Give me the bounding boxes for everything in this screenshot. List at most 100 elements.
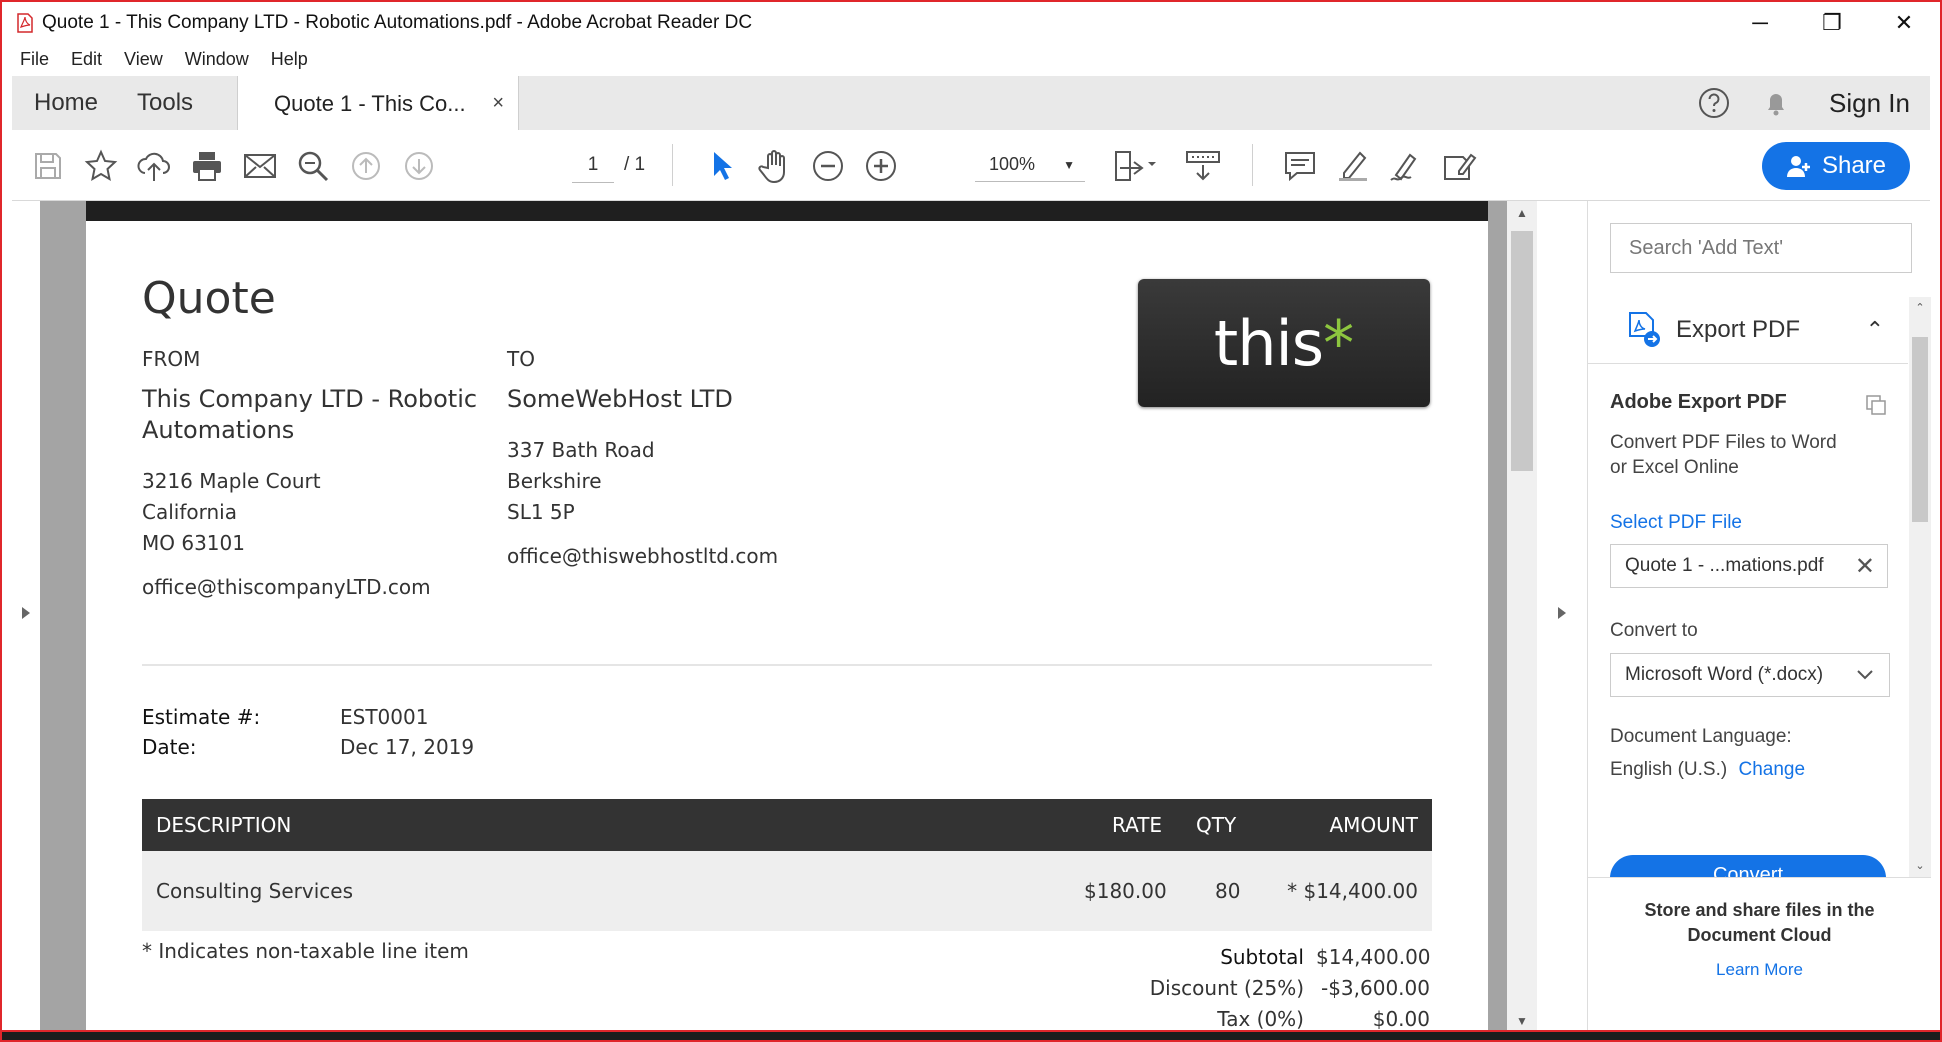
header-description: DESCRIPTION xyxy=(156,813,292,837)
document-viewport[interactable]: Quote FROM TO This Company LTD - Robotic… xyxy=(12,201,1537,1033)
print-icon[interactable] xyxy=(187,146,227,186)
page-fit-icon[interactable] xyxy=(1110,146,1160,186)
menu-bar: File Edit View Window Help xyxy=(2,44,1940,74)
selected-file-name: Quote 1 - ...mations.pdf xyxy=(1625,555,1824,576)
export-description-line2: or Excel Online xyxy=(1610,457,1739,478)
from-company-line2: Automations xyxy=(142,416,295,444)
export-pdf-header[interactable]: Export PDF ⌃ xyxy=(1588,297,1908,364)
scroll-mode-icon[interactable] xyxy=(1180,146,1226,186)
from-address2: California xyxy=(142,500,237,524)
help-icon[interactable] xyxy=(1697,86,1731,120)
save-icon[interactable] xyxy=(28,146,68,186)
scroll-down-arrow-icon[interactable]: ⌄ xyxy=(1909,855,1931,877)
left-panel-toggle[interactable] xyxy=(12,201,40,1033)
selected-file-field[interactable]: Quote 1 - ...mations.pdf ✕ xyxy=(1610,544,1888,588)
maximize-button[interactable]: ❐ xyxy=(1796,2,1868,44)
minimize-button[interactable]: ─ xyxy=(1724,2,1796,44)
previous-page-icon[interactable] xyxy=(346,146,386,186)
menu-help[interactable]: Help xyxy=(271,49,308,70)
search-zoom-icon[interactable] xyxy=(293,146,333,186)
pdf-page: Quote FROM TO This Company LTD - Robotic… xyxy=(86,221,1488,1033)
zoom-level-value: 100% xyxy=(989,154,1036,174)
page-number-input[interactable]: 1 xyxy=(572,148,614,183)
window-title: Quote 1 - This Company LTD - Robotic Aut… xyxy=(42,12,753,33)
window-controls: ─ ❐ ✕ xyxy=(1724,2,1940,44)
search-input[interactable]: Search 'Add Text' xyxy=(1610,223,1912,273)
to-company: SomeWebHost LTD xyxy=(507,385,733,413)
tabbar-right-group: Sign In xyxy=(1697,76,1910,130)
learn-more-link[interactable]: Learn More xyxy=(1588,960,1931,980)
page-total: / 1 xyxy=(624,154,646,175)
share-button[interactable]: Share xyxy=(1762,142,1910,190)
menu-window[interactable]: Window xyxy=(185,49,249,70)
draw-pen-icon[interactable] xyxy=(1386,146,1426,186)
document-language-row: English (U.S.) Change xyxy=(1610,759,1805,781)
notifications-bell-icon[interactable] xyxy=(1759,86,1793,120)
chevron-up-icon[interactable]: ⌃ xyxy=(1866,317,1884,343)
discount-label: Discount (25%) xyxy=(1149,976,1304,1000)
scrollbar-thumb[interactable] xyxy=(1912,337,1928,522)
tax-label: Tax (0%) xyxy=(1217,1007,1304,1031)
scroll-up-arrow-icon[interactable]: ⌃ xyxy=(1909,297,1931,319)
from-address3: MO 63101 xyxy=(142,531,245,555)
convert-format-select[interactable]: Microsoft Word (*.docx) xyxy=(1610,653,1890,697)
menu-file[interactable]: File xyxy=(20,49,49,70)
tax-value: $0.00 xyxy=(1372,1007,1430,1031)
tab-home[interactable]: Home xyxy=(34,76,98,130)
zoom-level-select[interactable]: 100% ▼ xyxy=(975,148,1085,182)
export-pdf-icon xyxy=(1629,312,1660,347)
select-cursor-icon[interactable] xyxy=(702,146,742,186)
menu-edit[interactable]: Edit xyxy=(71,49,102,70)
convert-to-label: Convert to xyxy=(1610,620,1698,641)
sign-in-link[interactable]: Sign In xyxy=(1829,88,1910,119)
fill-sign-icon[interactable] xyxy=(1439,146,1479,186)
subtotal-label: Subtotal xyxy=(1220,945,1304,969)
row-amount: * $14,400.00 xyxy=(1287,879,1418,903)
taskbar-edge xyxy=(2,1032,1940,1040)
bookmark-star-icon[interactable] xyxy=(81,146,121,186)
export-description-line1: Convert PDF Files to Word xyxy=(1610,432,1837,453)
menu-view[interactable]: View xyxy=(124,49,163,70)
chevron-right-icon[interactable] xyxy=(19,605,33,621)
from-label: FROM xyxy=(142,347,201,371)
clear-file-icon[interactable]: ✕ xyxy=(1855,552,1875,581)
header-rate: RATE xyxy=(1112,813,1163,837)
document-cloud-promo: Store and share files in the Document Cl… xyxy=(1588,877,1931,1034)
share-button-label: Share xyxy=(1821,152,1887,179)
scroll-up-arrow-icon[interactable]: ▲ xyxy=(1507,201,1537,225)
tab-document[interactable]: Quote 1 - This Co... × xyxy=(237,76,519,131)
comment-icon[interactable] xyxy=(1280,146,1320,186)
to-address2: Berkshire xyxy=(507,469,602,493)
zoom-in-icon[interactable] xyxy=(861,146,901,186)
to-email: office@thiswebhostltd.com xyxy=(507,544,779,568)
change-language-link[interactable]: Change xyxy=(1738,759,1805,780)
next-page-icon[interactable] xyxy=(399,146,439,186)
right-panel-toggle[interactable] xyxy=(1537,201,1587,1033)
header-amount: AMOUNT xyxy=(1329,813,1419,837)
panel-scrollbar[interactable]: ⌃ ⌄ xyxy=(1909,297,1931,877)
hand-tool-icon[interactable] xyxy=(755,146,795,186)
to-address3: SL1 5P xyxy=(507,500,575,524)
title-bar: Quote 1 - This Company LTD - Robotic Aut… xyxy=(2,2,1940,44)
email-icon[interactable] xyxy=(240,146,280,186)
row-description: Consulting Services xyxy=(156,879,353,903)
upload-cloud-icon[interactable] xyxy=(134,146,174,186)
toolbar-divider xyxy=(672,144,673,186)
non-taxable-note: * Indicates non-taxable line item xyxy=(142,939,469,963)
from-company-line1: This Company LTD - Robotic xyxy=(142,385,478,413)
document-language-label: Document Language: xyxy=(1610,726,1792,747)
copy-icon[interactable] xyxy=(1864,393,1888,417)
zoom-out-icon[interactable] xyxy=(808,146,848,186)
close-window-button[interactable]: ✕ xyxy=(1868,2,1940,44)
chevron-right-icon[interactable] xyxy=(1555,605,1569,621)
document-scrollbar[interactable]: ▲ ▼ xyxy=(1507,201,1537,1033)
select-pdf-file-link[interactable]: Select PDF File xyxy=(1610,512,1742,534)
chevron-down-icon: ▼ xyxy=(1063,157,1075,172)
scrollbar-thumb[interactable] xyxy=(1511,231,1533,471)
tab-tools[interactable]: Tools xyxy=(137,76,193,130)
row-rate: $180.00 xyxy=(1084,879,1167,903)
row-qty: 80 xyxy=(1215,879,1241,903)
toolbar-divider xyxy=(1252,144,1253,186)
tab-close-icon[interactable]: × xyxy=(492,92,504,115)
highlight-pen-icon[interactable] xyxy=(1333,146,1373,186)
